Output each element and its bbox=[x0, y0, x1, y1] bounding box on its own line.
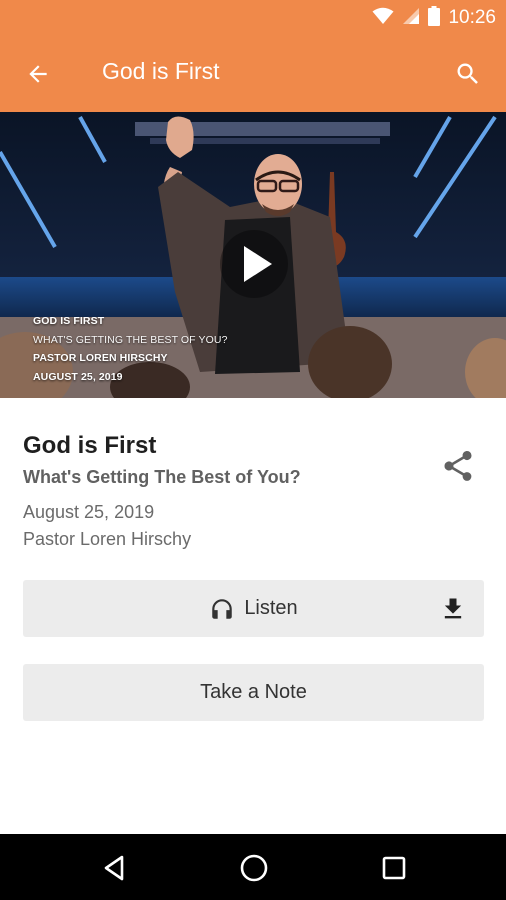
video-player[interactable]: GOD IS FIRST WHAT'S GETTING THE BEST OF … bbox=[0, 112, 506, 398]
headphones-icon bbox=[212, 598, 233, 619]
back-triangle-icon bbox=[104, 855, 124, 881]
take-note-label: Take a Note bbox=[200, 681, 307, 703]
take-note-button[interactable]: Take a Note bbox=[23, 664, 484, 721]
signal-icon bbox=[402, 7, 420, 30]
status-icons: 10:26 bbox=[372, 5, 496, 31]
sermon-date: August 25, 2019 bbox=[23, 502, 155, 522]
share-button[interactable] bbox=[436, 444, 480, 488]
app-bar-title: God is First bbox=[102, 58, 220, 84]
listen-button[interactable]: Listen bbox=[23, 580, 484, 637]
sermon-details: God is First What's Getting The Best of … bbox=[0, 398, 506, 834]
overlay-subtitle: WHAT'S GETTING THE BEST OF YOU? bbox=[33, 333, 228, 346]
overlay-date: AUGUST 25, 2019 bbox=[33, 370, 123, 383]
search-icon bbox=[457, 63, 478, 84]
overlay-speaker: PASTOR LOREN HIRSCHY bbox=[33, 352, 168, 364]
sermon-speaker: Pastor Loren Hirschy bbox=[23, 529, 192, 549]
sermon-subtitle: What's Getting The Best of You? bbox=[23, 467, 301, 487]
play-icon bbox=[220, 230, 288, 298]
download-button[interactable] bbox=[438, 594, 468, 624]
system-nav-bar bbox=[0, 834, 506, 900]
app-bar: God is First bbox=[0, 36, 506, 112]
overlay-title: GOD IS FIRST bbox=[33, 315, 105, 327]
home-circle-icon bbox=[240, 854, 268, 882]
nav-back-button[interactable] bbox=[98, 852, 130, 884]
share-icon bbox=[444, 450, 472, 481]
status-bar: 10:26 bbox=[0, 0, 506, 36]
listen-label: Listen bbox=[244, 597, 298, 619]
recents-square-icon bbox=[382, 856, 406, 880]
arrow-back-icon bbox=[29, 65, 47, 83]
back-button[interactable] bbox=[20, 56, 56, 92]
status-time: 10:26 bbox=[448, 7, 496, 28]
search-button[interactable] bbox=[450, 56, 486, 92]
battery-icon bbox=[428, 5, 441, 31]
nav-recents-button[interactable] bbox=[378, 852, 410, 884]
sermon-title: God is First bbox=[23, 432, 157, 459]
download-icon bbox=[444, 598, 462, 619]
listen-content: Listen bbox=[209, 596, 298, 622]
nav-home-button[interactable] bbox=[238, 852, 270, 884]
wifi-icon bbox=[372, 7, 394, 30]
play-button[interactable] bbox=[218, 228, 290, 300]
video-overlay-text: GOD IS FIRST WHAT'S GETTING THE BEST OF … bbox=[33, 312, 228, 386]
